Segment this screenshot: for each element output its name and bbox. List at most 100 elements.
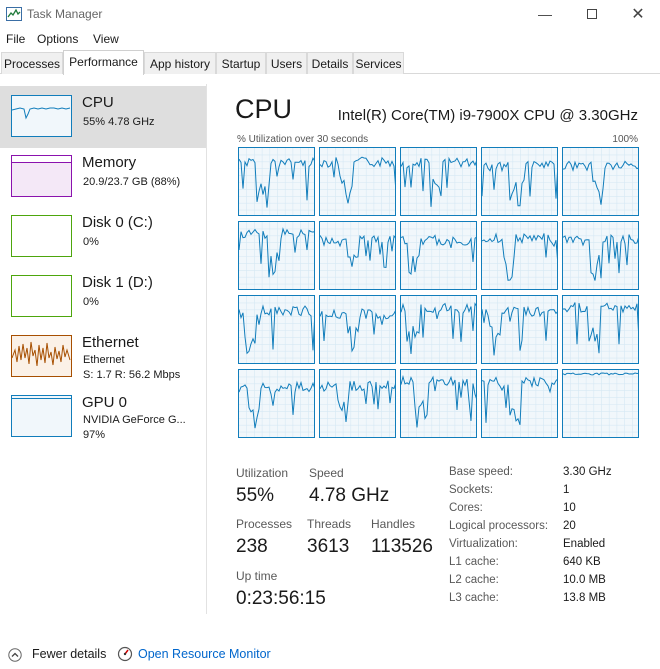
- fewer-details-button[interactable]: Fewer details: [32, 647, 106, 661]
- spec-label: L1 cache:: [449, 556, 499, 568]
- spec-label: L2 cache:: [449, 574, 499, 586]
- logical-processor-graph: [319, 369, 396, 438]
- spec-label: Sockets:: [449, 484, 494, 496]
- resource-monitor-icon: [117, 646, 133, 662]
- page-title: CPU: [235, 94, 293, 124]
- logical-processor-graph: [481, 147, 558, 216]
- sidebar-item-memory[interactable]: Memory 20.9/23.7 GB (88%): [0, 146, 206, 208]
- utilization-value: 55%: [236, 485, 275, 506]
- sidebar-item-cpu-title: CPU: [82, 94, 114, 111]
- processes-value: 238: [236, 536, 268, 557]
- uptime-label: Up time: [236, 569, 278, 583]
- graph-max-label: 100%: [612, 134, 638, 145]
- spec-value: 640 KB: [563, 556, 601, 568]
- logical-processor-graph: [562, 295, 639, 364]
- window-title: Task Manager: [27, 7, 103, 21]
- footer-bar: Fewer details Open Resource Monitor: [0, 640, 660, 669]
- spec-value: 1: [563, 484, 570, 496]
- logical-processor-graph: [238, 147, 315, 216]
- menu-options[interactable]: Options: [37, 32, 78, 46]
- tab-app-history[interactable]: App history: [144, 52, 216, 74]
- spec-value: 20: [563, 520, 576, 532]
- spec-label: Logical processors:: [449, 520, 549, 532]
- maximize-button[interactable]: [569, 0, 615, 28]
- logical-processor-graph: [481, 221, 558, 290]
- logical-processor-graph: [562, 369, 639, 438]
- spec-label: Base speed:: [449, 466, 513, 478]
- sidebar-item-memory-detail: 20.9/23.7 GB (88%): [83, 176, 181, 188]
- tab-services[interactable]: Services: [353, 52, 404, 74]
- menu-view[interactable]: View: [93, 32, 119, 46]
- tab-performance[interactable]: Performance: [63, 50, 144, 75]
- spec-label: Cores:: [449, 502, 483, 514]
- sidebar-item-gpu0-usage: 97%: [83, 429, 106, 441]
- logical-processor-graph: [238, 221, 315, 290]
- tab-users[interactable]: Users: [266, 52, 307, 74]
- memory-thumbnail: [11, 155, 72, 197]
- handles-value: 113526: [371, 536, 433, 557]
- logical-processor-graph: [562, 221, 639, 290]
- close-button[interactable]: ✕: [615, 0, 660, 28]
- gpu0-thumbnail: [11, 395, 72, 437]
- processes-label: Processes: [236, 517, 293, 531]
- logical-processor-graph: [481, 295, 558, 364]
- title-bar: Task Manager — ✕: [0, 0, 660, 28]
- close-icon: ✕: [631, 6, 645, 23]
- tab-details[interactable]: Details: [307, 52, 353, 74]
- graph-caption: % Utilization over 30 seconds: [237, 134, 369, 145]
- sidebar-item-disk0-detail: 0%: [83, 236, 99, 248]
- tab-processes[interactable]: Processes: [1, 52, 63, 74]
- minimize-icon: —: [538, 6, 552, 22]
- sidebar-item-gpu0[interactable]: GPU 0 NVIDIA GeForce G... 97%: [0, 386, 206, 448]
- speed-value: 4.78 GHz: [309, 485, 390, 506]
- threads-value: 3613: [307, 536, 350, 557]
- logical-processor-graph: [238, 295, 315, 364]
- sidebar-item-disk1-title: Disk 1 (D:): [82, 274, 153, 291]
- logical-processor-graph: [319, 295, 396, 364]
- open-resource-monitor-link[interactable]: Open Resource Monitor: [138, 647, 271, 661]
- logical-processor-graph: [238, 369, 315, 438]
- cpu-model-name: Intel(R) Core(TM) i9-7900X CPU @ 3.30GHz: [337, 107, 638, 124]
- spec-value: 13.8 MB: [563, 592, 606, 604]
- logical-processor-graph: [400, 221, 477, 290]
- logical-processor-graph: [319, 221, 396, 290]
- sidebar-item-gpu0-title: GPU 0: [82, 394, 128, 411]
- ethernet-thumbnail-graph: [11, 341, 71, 367]
- uptime-value: 0:23:56:15: [236, 588, 326, 609]
- cpu-thumbnail-graph: [11, 107, 71, 120]
- task-manager-icon: [6, 7, 22, 21]
- sidebar-item-disk0[interactable]: Disk 0 (C:) 0%: [0, 206, 206, 268]
- sidebar-item-disk0-title: Disk 0 (C:): [82, 214, 153, 231]
- sidebar-item-memory-title: Memory: [82, 154, 137, 171]
- resource-sidebar: CPU 55% 4.78 GHz Memory 20.9/23.7 GB (88…: [0, 84, 207, 614]
- tab-bar: Processes Performance App history Startu…: [0, 50, 660, 75]
- menu-file[interactable]: File: [6, 32, 25, 46]
- logical-processor-graph: [400, 369, 477, 438]
- sidebar-item-disk1-detail: 0%: [83, 296, 99, 308]
- handles-label: Handles: [371, 517, 416, 531]
- sidebar-item-cpu[interactable]: CPU 55% 4.78 GHz: [0, 86, 206, 148]
- spec-value: 3.30 GHz: [563, 466, 612, 478]
- logical-processor-graph: [562, 147, 639, 216]
- sidebar-item-gpu0-name: NVIDIA GeForce G...: [83, 414, 186, 426]
- cpu-thumbnail: [11, 95, 72, 137]
- minimize-button[interactable]: —: [522, 0, 568, 28]
- logical-processor-graph: [319, 147, 396, 216]
- disk0-thumbnail: [11, 215, 72, 257]
- threads-label: Threads: [307, 517, 352, 531]
- logical-processor-graph: [400, 147, 477, 216]
- tab-startup[interactable]: Startup: [216, 52, 266, 74]
- ethernet-thumbnail: [11, 335, 72, 377]
- sidebar-item-disk1[interactable]: Disk 1 (D:) 0%: [0, 266, 206, 328]
- speed-label: Speed: [309, 466, 344, 480]
- disk1-thumbnail: [11, 275, 72, 317]
- sidebar-item-cpu-detail: 55% 4.78 GHz: [83, 116, 155, 128]
- menu-bar: File Options View: [0, 29, 660, 49]
- maximize-icon: [587, 9, 597, 19]
- chevron-up-icon[interactable]: [8, 648, 22, 662]
- sidebar-item-ethernet[interactable]: Ethernet Ethernet S: 1.7 R: 56.2 Mbps: [0, 326, 206, 388]
- logical-processor-graph: [481, 369, 558, 438]
- spec-value: 10: [563, 502, 576, 514]
- spec-label: Virtualization:: [449, 538, 518, 550]
- logical-processor-graph: [400, 295, 477, 364]
